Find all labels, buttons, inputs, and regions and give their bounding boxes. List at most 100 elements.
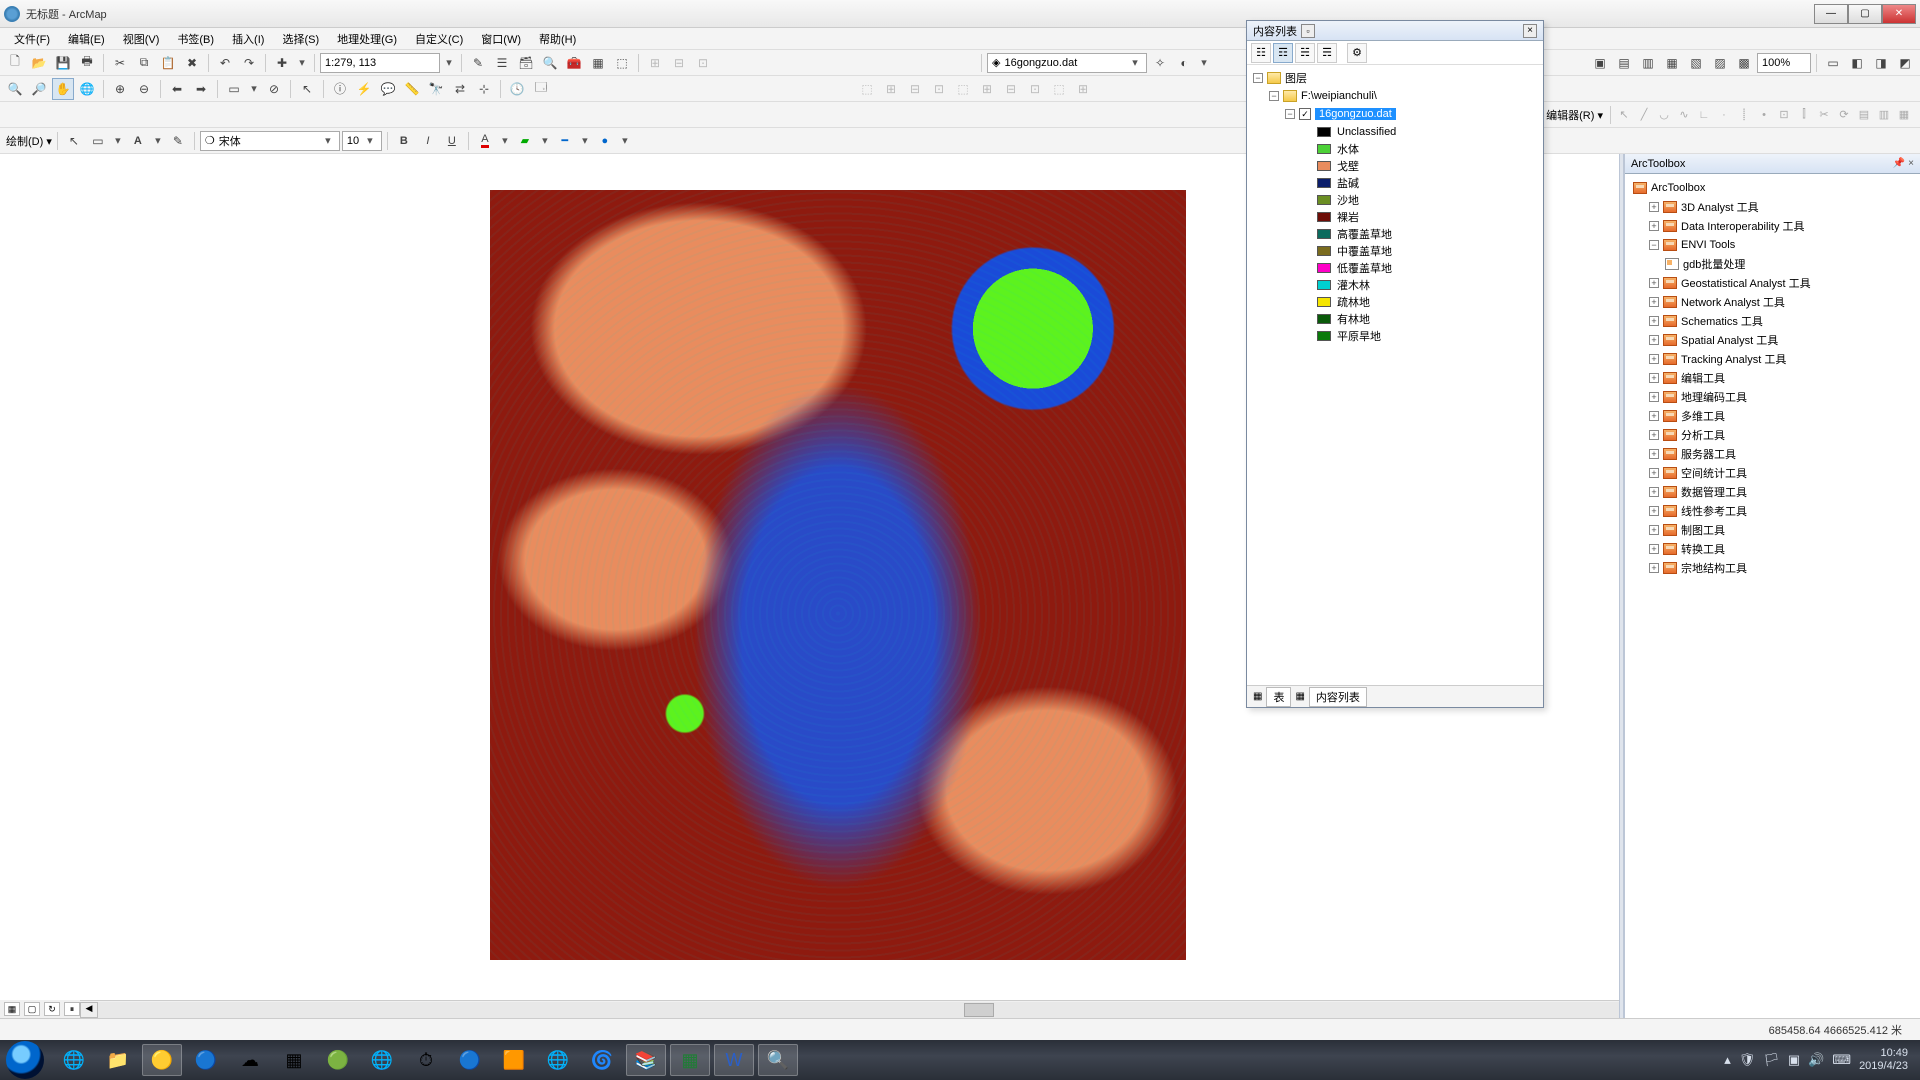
toc-list-by-source-icon[interactable]: ☶: [1273, 43, 1293, 63]
arctoolbox-pin-icon[interactable]: 📌 ×: [1893, 158, 1914, 169]
toolbox-item[interactable]: +分析工具: [1631, 425, 1914, 444]
toc-options-icon[interactable]: ⚙: [1347, 43, 1367, 63]
taskbar-excel-icon[interactable]: ▦: [670, 1044, 710, 1076]
gp7-icon[interactable]: ▩: [1733, 52, 1755, 74]
refresh-tab[interactable]: ↻: [44, 1002, 60, 1016]
start-button[interactable]: [6, 1041, 44, 1079]
layer-checkbox[interactable]: ✓: [1299, 108, 1311, 120]
expand-icon[interactable]: +: [1649, 354, 1659, 364]
toolbox-item[interactable]: +转换工具: [1631, 539, 1914, 558]
toc-icon[interactable]: ☰: [491, 52, 513, 74]
taskbar-app7-icon[interactable]: 🟧: [494, 1044, 534, 1076]
toc-list-by-visibility-icon[interactable]: ☵: [1295, 43, 1315, 63]
taskbar-app4-icon[interactable]: 🟢: [318, 1044, 358, 1076]
taskbar-word-icon[interactable]: W: [714, 1044, 754, 1076]
gp3-icon[interactable]: ▥: [1637, 52, 1659, 74]
minimize-button[interactable]: —: [1814, 4, 1848, 24]
text-dropdown[interactable]: ▾: [151, 134, 165, 147]
expand-icon[interactable]: +: [1649, 411, 1659, 421]
scale-input[interactable]: 1:279, 113: [320, 53, 440, 73]
toc-foot-tab-toc[interactable]: 内容列表: [1309, 687, 1367, 707]
zoom-pct[interactable]: 100%: [1757, 53, 1811, 73]
taskbar-ie-icon[interactable]: 🌐: [54, 1044, 94, 1076]
taskbar-app5-icon[interactable]: ⏱: [406, 1044, 446, 1076]
expand-icon[interactable]: +: [1649, 373, 1659, 383]
scroll-thumb[interactable]: [964, 1003, 994, 1017]
layout-view-tab[interactable]: ▢: [24, 1002, 40, 1016]
close-button[interactable]: ✕: [1882, 4, 1916, 24]
toc-list-by-drawing-icon[interactable]: ☷: [1251, 43, 1271, 63]
fill-color-icon[interactable]: ▰: [514, 130, 536, 152]
legend-row[interactable]: 有林地: [1253, 310, 1537, 327]
tray-shield-icon[interactable]: 🛡: [1739, 1052, 1756, 1068]
paste-icon[interactable]: 📋: [157, 52, 179, 74]
toc-list-by-selection-icon[interactable]: ☴: [1317, 43, 1337, 63]
expand-icon[interactable]: +: [1649, 392, 1659, 402]
legend-row[interactable]: 裸岩: [1253, 208, 1537, 225]
taskbar-app2-icon[interactable]: ☁: [230, 1044, 270, 1076]
gp5-icon[interactable]: ▧: [1685, 52, 1707, 74]
zoom-in-icon[interactable]: 🔍: [4, 78, 26, 100]
hyperlink-icon[interactable]: ⚡: [353, 78, 375, 100]
zoom-out-icon[interactable]: 🔎: [28, 78, 50, 100]
menu-geoprocessing[interactable]: 地理处理(G): [329, 29, 405, 49]
toolbox-item[interactable]: +Geostatistical Analyst 工具: [1631, 273, 1914, 292]
legend-row[interactable]: 戈壁: [1253, 157, 1537, 174]
expand-icon[interactable]: +: [1649, 487, 1659, 497]
menu-help[interactable]: 帮助(H): [531, 29, 584, 49]
next-extent-icon[interactable]: ➡: [190, 78, 212, 100]
identify-icon[interactable]: ⓘ: [329, 78, 351, 100]
pan-icon[interactable]: ✋: [52, 78, 74, 100]
expand-icon[interactable]: −: [1269, 91, 1279, 101]
fixed-zoomin-icon[interactable]: ⊕: [109, 78, 131, 100]
select-features-icon[interactable]: ▭: [223, 78, 245, 100]
taskbar-arcmap-icon[interactable]: 🔍: [758, 1044, 798, 1076]
expand-icon[interactable]: +: [1649, 449, 1659, 459]
legend-row[interactable]: 水体: [1253, 140, 1537, 157]
toolbox-item[interactable]: +3D Analyst 工具: [1631, 197, 1914, 216]
tray-clock[interactable]: 10:49 2019/4/23: [1859, 1047, 1908, 1073]
scroll-left-icon[interactable]: ◀: [80, 1002, 98, 1018]
add-data-dropdown[interactable]: ▾: [295, 56, 309, 69]
line-color-icon[interactable]: ━: [554, 130, 576, 152]
menu-selection[interactable]: 选择(S): [274, 29, 327, 49]
toolbox-item[interactable]: +数据管理工具: [1631, 482, 1914, 501]
prev-extent-icon[interactable]: ⬅: [166, 78, 188, 100]
toolbox-item[interactable]: +制图工具: [1631, 520, 1914, 539]
taskbar-ie2-icon[interactable]: 🌐: [362, 1044, 402, 1076]
legend-row[interactable]: 灌木林: [1253, 276, 1537, 293]
tray-net-icon[interactable]: ▣: [1788, 1052, 1800, 1068]
legend-row[interactable]: 高覆盖草地: [1253, 225, 1537, 242]
swipe-icon[interactable]: ◐: [1173, 52, 1195, 74]
maximize-button[interactable]: ▢: [1848, 4, 1882, 24]
toc-root[interactable]: 图层: [1285, 70, 1307, 86]
modelbuilder-icon[interactable]: ⬚: [611, 52, 633, 74]
toolbox-root[interactable]: ArcToolbox: [1651, 182, 1705, 194]
expand-icon[interactable]: +: [1649, 316, 1659, 326]
menu-insert[interactable]: 插入(I): [224, 29, 272, 49]
expand-icon[interactable]: +: [1649, 544, 1659, 554]
legend-row[interactable]: Unclassified: [1253, 123, 1537, 140]
legend-row[interactable]: 盐碱: [1253, 174, 1537, 191]
expand-icon[interactable]: −: [1649, 240, 1659, 250]
undo-icon[interactable]: ↶: [214, 52, 236, 74]
select-element-icon[interactable]: ↖: [63, 130, 85, 152]
legend-row[interactable]: 疏林地: [1253, 293, 1537, 310]
draw-menu[interactable]: 绘制(D) ▾: [6, 133, 52, 149]
expand-icon[interactable]: −: [1285, 109, 1295, 119]
expand-icon[interactable]: +: [1649, 506, 1659, 516]
gp6-icon[interactable]: ▨: [1709, 52, 1731, 74]
misc4-icon[interactable]: ◩: [1894, 52, 1916, 74]
font-color-dropdown[interactable]: ▾: [498, 134, 512, 147]
toc-foot-tab-table[interactable]: 表: [1266, 687, 1291, 707]
gp2-icon[interactable]: ▤: [1613, 52, 1635, 74]
search-window-icon[interactable]: 🔍: [539, 52, 561, 74]
clear-selection-icon[interactable]: ⊘: [263, 78, 285, 100]
toolbox-subitem[interactable]: gdb批量处理: [1631, 254, 1914, 273]
legend-row[interactable]: 低覆盖草地: [1253, 259, 1537, 276]
expand-icon[interactable]: +: [1649, 202, 1659, 212]
editor-toolbar-icon[interactable]: ✎: [467, 52, 489, 74]
layer-combo[interactable]: ◈16gongzuo.dat▾: [987, 53, 1147, 73]
font-combo[interactable]: ❍宋体▾: [200, 131, 340, 151]
toolbox-item[interactable]: +服务器工具: [1631, 444, 1914, 463]
